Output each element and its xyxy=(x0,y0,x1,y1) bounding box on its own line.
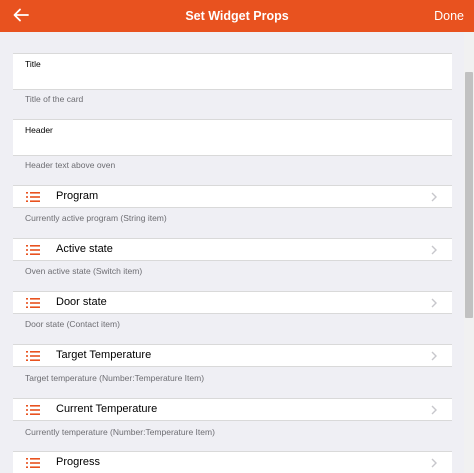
chevron-right-icon xyxy=(431,405,437,415)
list-icon xyxy=(26,245,40,255)
item-label: Target Temperature xyxy=(56,349,152,361)
item-label: Current Temperature xyxy=(56,403,158,415)
item-picker-door-state[interactable]: Door state xyxy=(13,291,452,314)
list-icon xyxy=(26,192,40,202)
header-field-label: Header xyxy=(25,125,53,135)
item-label: Program xyxy=(56,190,99,202)
active-state-helper-text: Oven active state (Switch item) xyxy=(25,266,143,276)
chevron-right-icon xyxy=(431,351,437,361)
program-helper-text: Currently active program (String item) xyxy=(25,213,167,223)
chevron-right-icon xyxy=(431,245,437,255)
title-input[interactable] xyxy=(25,71,440,85)
scrollbar-thumb[interactable] xyxy=(465,72,473,318)
page-title: Set Widget Props xyxy=(185,9,289,23)
item-picker-active-state[interactable]: Active state xyxy=(13,238,452,261)
item-picker-program[interactable]: Program xyxy=(13,185,452,208)
item-label: Progress xyxy=(56,456,101,468)
list-icon xyxy=(26,351,40,361)
list-icon xyxy=(26,298,40,308)
chevron-right-icon xyxy=(431,458,437,468)
target-temperature-helper-text: Target temperature (Number:Temperature I… xyxy=(25,373,205,383)
item-picker-target-temperature[interactable]: Target Temperature xyxy=(13,344,452,367)
item-picker-current-temperature[interactable]: Current Temperature xyxy=(13,398,452,421)
list-icon xyxy=(26,405,40,415)
door-state-helper-text: Door state (Contact item) xyxy=(25,319,120,329)
item-label: Door state xyxy=(56,296,107,308)
item-label: Active state xyxy=(56,243,113,255)
title-field-label: Title xyxy=(25,59,41,69)
back-button[interactable] xyxy=(10,4,32,26)
done-button[interactable]: Done xyxy=(434,0,464,32)
navbar: Set Widget Props Done xyxy=(0,0,474,32)
header-field[interactable]: Header xyxy=(13,119,452,156)
widget-props-form: Title Title of the card Header Header te… xyxy=(0,32,474,473)
chevron-right-icon xyxy=(431,298,437,308)
header-helper-text: Header text above oven xyxy=(25,160,116,170)
item-picker-progress[interactable]: Progress xyxy=(13,451,452,473)
current-temperature-helper-text: Currently temperature (Number:Temperatur… xyxy=(25,427,215,437)
arrow-left-icon xyxy=(13,8,29,22)
chevron-right-icon xyxy=(431,192,437,202)
list-icon xyxy=(26,458,40,468)
title-field[interactable]: Title xyxy=(13,53,452,90)
scrollbar[interactable] xyxy=(464,32,474,473)
title-helper-text: Title of the card xyxy=(25,94,84,104)
header-input[interactable] xyxy=(25,137,440,151)
